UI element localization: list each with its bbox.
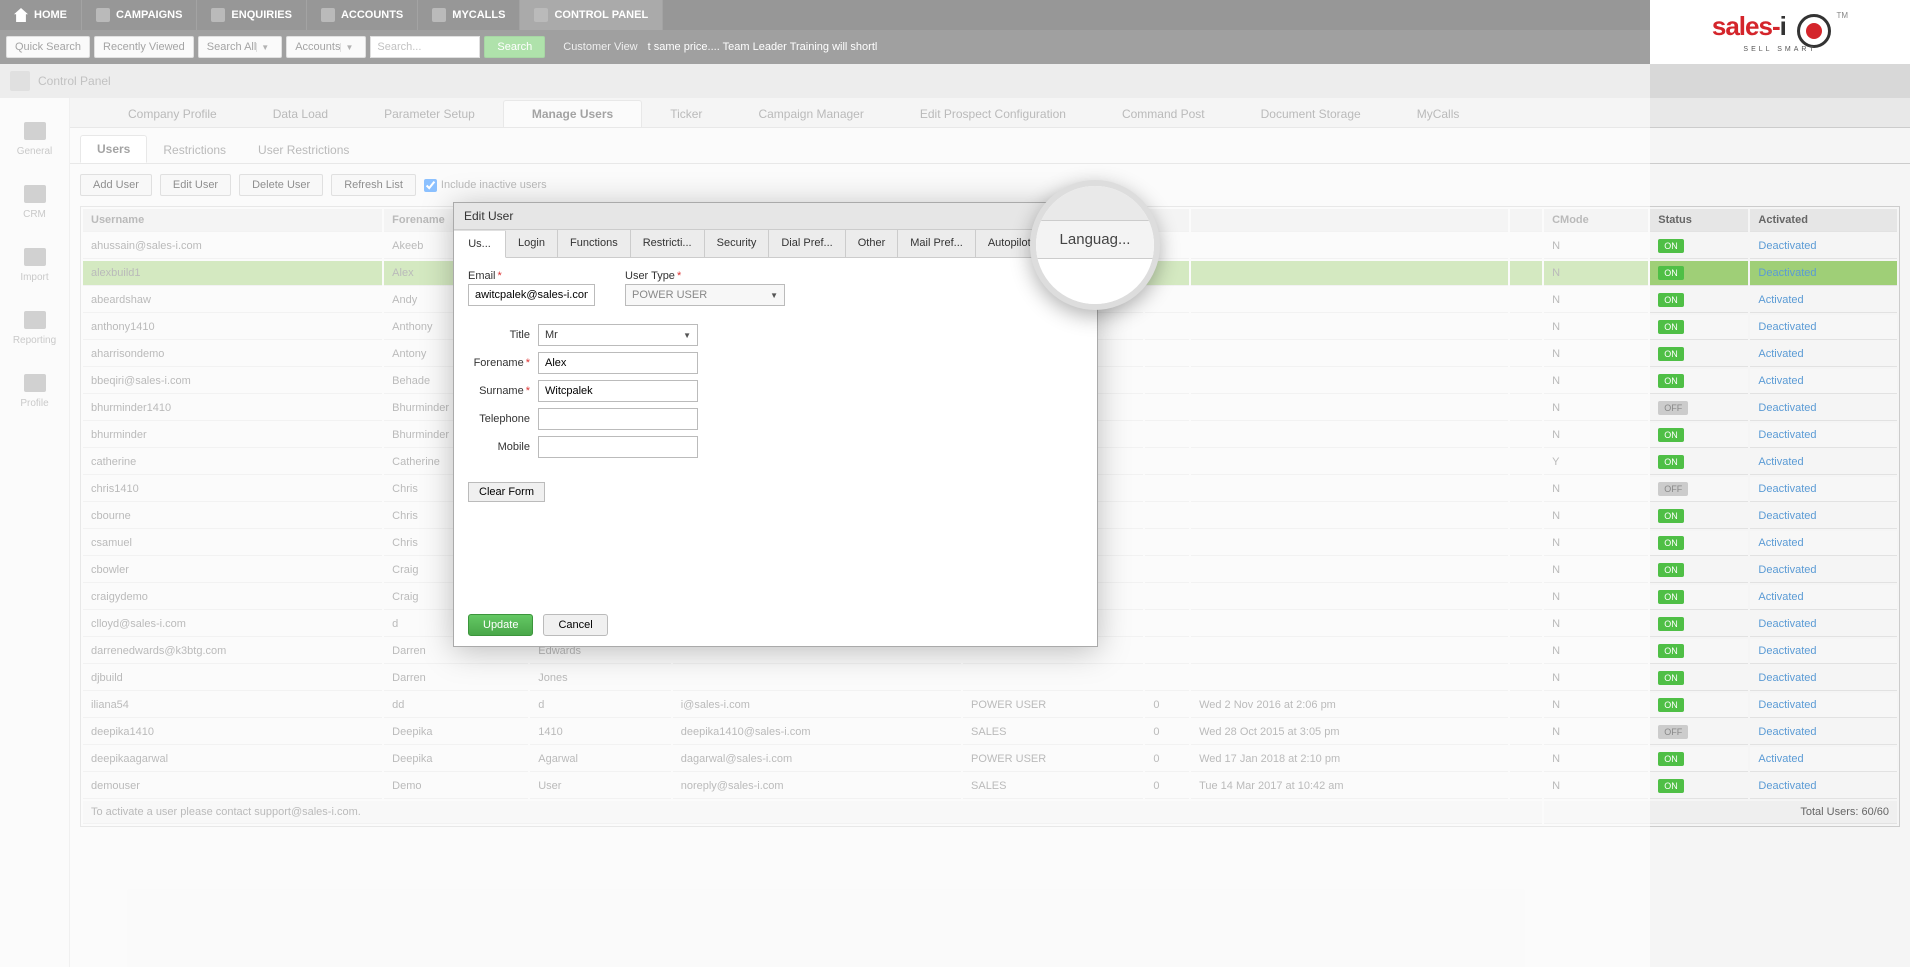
column-header[interactable]: Status xyxy=(1650,209,1748,232)
forename-label: Forename* xyxy=(468,357,530,369)
activation-link[interactable]: Deactivated xyxy=(1758,618,1816,630)
activation-link[interactable]: Activated xyxy=(1758,537,1803,549)
activation-link[interactable]: Deactivated xyxy=(1758,564,1816,576)
dialog-tab-us[interactable]: Us... xyxy=(454,231,506,258)
status-toggle[interactable]: ON xyxy=(1658,698,1684,712)
activation-link[interactable]: Deactivated xyxy=(1758,780,1816,792)
activation-link[interactable]: Deactivated xyxy=(1758,645,1816,657)
dialog-tab-functions[interactable]: Functions xyxy=(558,230,631,257)
forename-field[interactable] xyxy=(538,352,698,374)
mobile-label: Mobile xyxy=(468,441,530,453)
activation-link[interactable]: Deactivated xyxy=(1758,321,1816,333)
logo-eye-icon xyxy=(1797,14,1831,48)
mobile-field[interactable] xyxy=(538,436,698,458)
logo-tagline: SELL SMART xyxy=(1743,46,1816,53)
status-toggle[interactable]: ON xyxy=(1658,536,1684,550)
surname-label: Surname* xyxy=(468,385,530,397)
activation-link[interactable]: Deactivated xyxy=(1758,672,1816,684)
activation-link[interactable]: Activated xyxy=(1758,375,1803,387)
activation-link[interactable]: Deactivated xyxy=(1758,726,1816,738)
language-tab-callout: Languag... xyxy=(1030,180,1160,310)
chevron-down-icon xyxy=(683,329,691,341)
status-toggle[interactable]: OFF xyxy=(1658,401,1688,415)
status-toggle[interactable]: ON xyxy=(1658,239,1684,253)
status-toggle[interactable]: ON xyxy=(1658,752,1684,766)
activation-link[interactable]: Activated xyxy=(1758,456,1803,468)
activation-link[interactable]: Deactivated xyxy=(1758,510,1816,522)
status-toggle[interactable]: ON xyxy=(1658,779,1684,793)
update-button[interactable]: Update xyxy=(468,614,533,636)
activation-link[interactable]: Deactivated xyxy=(1758,699,1816,711)
activation-link[interactable]: Activated xyxy=(1758,294,1803,306)
status-toggle[interactable]: ON xyxy=(1658,590,1684,604)
dialog-tab-login[interactable]: Login xyxy=(506,230,558,257)
surname-field[interactable] xyxy=(538,380,698,402)
activation-link[interactable]: Activated xyxy=(1758,753,1803,765)
activation-link[interactable]: Deactivated xyxy=(1758,240,1816,252)
status-toggle[interactable]: ON xyxy=(1658,320,1684,334)
activation-link[interactable]: Deactivated xyxy=(1758,483,1816,495)
dialog-tab-mailpref[interactable]: Mail Pref... xyxy=(898,230,976,257)
usertype-dropdown[interactable]: POWER USER xyxy=(625,284,785,306)
activation-link[interactable]: Deactivated xyxy=(1758,429,1816,441)
activation-link[interactable]: Activated xyxy=(1758,591,1803,603)
status-toggle[interactable]: ON xyxy=(1658,644,1684,658)
status-toggle[interactable]: ON xyxy=(1658,428,1684,442)
email-label: Email* xyxy=(468,270,595,282)
dialog-title: Edit User xyxy=(454,203,1097,230)
cancel-button[interactable]: Cancel xyxy=(543,614,607,636)
dialog-tab-dialpref[interactable]: Dial Pref... xyxy=(769,230,845,257)
activation-link[interactable]: Deactivated xyxy=(1758,267,1816,279)
status-toggle[interactable]: ON xyxy=(1658,293,1684,307)
activation-link[interactable]: Activated xyxy=(1758,348,1803,360)
usertype-label: User Type* xyxy=(625,270,785,282)
title-label: Title xyxy=(468,329,530,341)
column-header[interactable]: Activated xyxy=(1750,209,1897,232)
dialog-tab-security[interactable]: Security xyxy=(705,230,770,257)
clear-form-button[interactable]: Clear Form xyxy=(468,482,545,502)
email-field[interactable] xyxy=(468,284,595,306)
dialog-tabs: Us...LoginFunctionsRestricti...SecurityD… xyxy=(454,230,1097,258)
activation-link[interactable]: Deactivated xyxy=(1758,402,1816,414)
status-toggle[interactable]: ON xyxy=(1658,455,1684,469)
status-toggle[interactable]: ON xyxy=(1658,509,1684,523)
edit-user-dialog: Edit User Us...LoginFunctionsRestricti..… xyxy=(453,202,1098,647)
logo: sales-i TM SELL SMART xyxy=(1650,0,1910,64)
chevron-down-icon xyxy=(770,289,778,301)
status-toggle[interactable]: ON xyxy=(1658,617,1684,631)
title-dropdown[interactable]: Mr xyxy=(538,324,698,346)
status-toggle[interactable]: ON xyxy=(1658,347,1684,361)
status-toggle[interactable]: ON xyxy=(1658,671,1684,685)
status-toggle[interactable]: OFF xyxy=(1658,482,1688,496)
status-toggle[interactable]: OFF xyxy=(1658,725,1688,739)
callout-label: Languag... xyxy=(1036,221,1154,259)
logo-text: sales-i xyxy=(1712,11,1786,41)
telephone-field[interactable] xyxy=(538,408,698,430)
status-toggle[interactable]: ON xyxy=(1658,563,1684,577)
status-toggle[interactable]: ON xyxy=(1658,266,1684,280)
dialog-tab-restricti[interactable]: Restricti... xyxy=(631,230,705,257)
telephone-label: Telephone xyxy=(468,413,530,425)
dialog-tab-other[interactable]: Other xyxy=(846,230,899,257)
status-toggle[interactable]: ON xyxy=(1658,374,1684,388)
